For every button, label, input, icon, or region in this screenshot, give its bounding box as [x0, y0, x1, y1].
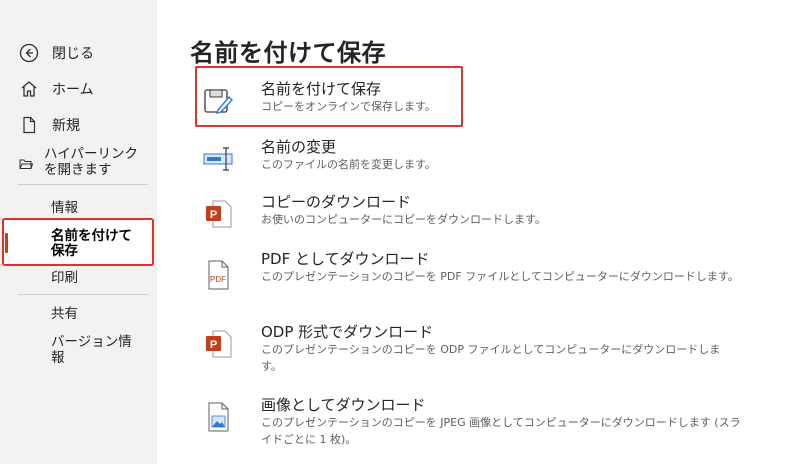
- option-description: お使いのコンピューターにコピーをダウンロードします。: [261, 213, 546, 226]
- back-arrow-icon: [18, 42, 40, 64]
- sidebar-divider: [18, 184, 148, 185]
- image-file-icon: [201, 400, 235, 434]
- sidebar-divider: [18, 294, 148, 295]
- open-hyperlink-label-line2: を開きます: [44, 162, 112, 178]
- home-icon: [18, 78, 40, 100]
- download-copy-option[interactable]: P コピーのダウンロード お使いのコンピューターにコピーをダウンロードします。: [195, 191, 755, 235]
- new-button[interactable]: 新規: [0, 114, 157, 136]
- save-as-nav-label-line1: 名前を付けて: [51, 228, 132, 244]
- new-label: 新規: [52, 118, 80, 134]
- option-title: PDF としてダウンロード: [261, 250, 430, 268]
- option-title: 名前の変更: [261, 138, 337, 156]
- share-button[interactable]: 共有: [51, 306, 78, 322]
- save-as-option[interactable]: 名前を付けて保存 コピーをオンラインで保存します。: [195, 78, 755, 122]
- rename-option[interactable]: 名前の変更 このファイルの名前を変更します。: [195, 136, 755, 180]
- print-button[interactable]: 印刷: [51, 270, 78, 286]
- powerpoint-file-icon: P: [201, 197, 235, 231]
- close-button[interactable]: 閉じる: [0, 42, 157, 64]
- rename-icon: [201, 142, 235, 176]
- svg-text:P: P: [210, 209, 217, 221]
- info-button[interactable]: 情報: [51, 200, 78, 216]
- close-label: 閉じる: [52, 46, 94, 62]
- pdf-file-icon: PDF: [201, 258, 235, 292]
- option-title: 画像としてダウンロード: [261, 396, 426, 414]
- option-description: このファイルの名前を変更します。: [261, 158, 436, 171]
- page-title: 名前を付けて保存: [190, 39, 386, 67]
- backstage-sidebar: 閉じる ホーム 新規 ハイパーリンク を開きます 情報 名前を付けて 保存 印刷…: [0, 0, 157, 464]
- save-as-icon: [201, 84, 235, 118]
- download-image-option[interactable]: 画像としてダウンロード このプレゼンテーションのコピーを JPEG 画像としてコ…: [195, 394, 755, 450]
- option-description: このプレゼンテーションのコピーを JPEG 画像としてコンピューターにダウンロー…: [261, 416, 741, 446]
- folder-open-icon: [19, 155, 34, 174]
- download-pdf-option[interactable]: PDF PDF としてダウンロード このプレゼンテーションのコピーを PDF フ…: [195, 248, 755, 304]
- option-description: このプレゼンテーションのコピーを PDF ファイルとしてコンピューターにダウンロ…: [261, 270, 739, 283]
- save-as-nav-label-line2: 保存: [51, 243, 78, 259]
- option-description: コピーをオンラインで保存します。: [261, 100, 436, 113]
- option-title: 名前を付けて保存: [261, 80, 382, 98]
- version-label-line2: 報: [51, 350, 65, 366]
- svg-text:P: P: [210, 339, 217, 351]
- powerpoint-file-icon: P: [201, 327, 235, 361]
- home-label: ホーム: [52, 82, 94, 98]
- option-title: コピーのダウンロード: [261, 193, 412, 211]
- option-title: ODP 形式でダウンロード: [261, 323, 434, 341]
- version-label-line1: バージョン情: [51, 334, 132, 350]
- svg-text:PDF: PDF: [210, 275, 226, 284]
- selected-indicator: [5, 233, 8, 253]
- open-hyperlink-label-line1: ハイパーリンク: [44, 146, 138, 162]
- new-document-icon: [18, 114, 40, 136]
- download-odp-option[interactable]: P ODP 形式でダウンロード このプレゼンテーションのコピーを ODP ファイ…: [195, 321, 755, 377]
- option-description: このプレゼンテーションのコピーを ODP ファイルとしてコンピューターにダウンロ…: [261, 343, 721, 373]
- home-button[interactable]: ホーム: [0, 78, 157, 100]
